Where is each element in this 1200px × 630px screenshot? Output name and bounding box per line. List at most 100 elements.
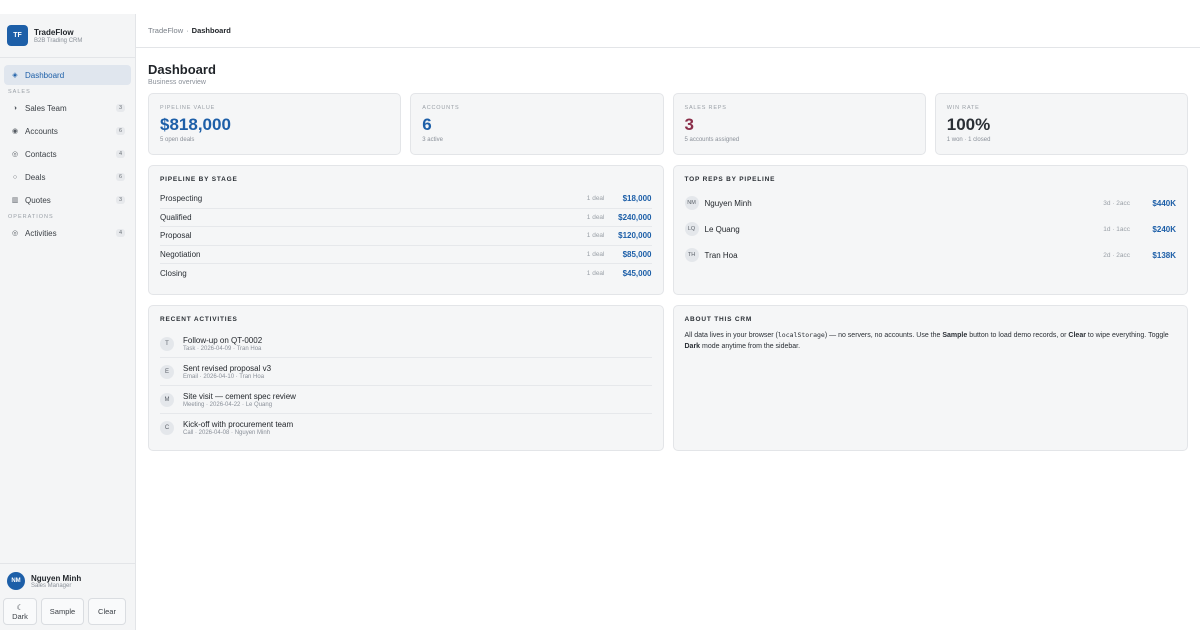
sidebar-nav: ◈ Dashboard SALES ◑ Sales Team 3 ◉ Accou…: [0, 58, 135, 563]
count-badge: 3: [115, 196, 125, 204]
sidebar-item-deals[interactable]: ○ Deals 6: [4, 167, 131, 187]
activity-title: Kick-off with procurement team: [183, 420, 294, 429]
activity-meta: Email · 2026-04-10 · Tran Hoa: [183, 373, 265, 380]
activity-meta: Call · 2026-04-08 · Nguyen Minh: [183, 430, 271, 436]
stage-row[interactable]: Closing 1 deal $45,000: [160, 264, 652, 283]
stat-sub: 1 won · 1 closed: [946, 137, 991, 143]
about-text-part: mode anytime from the sidebar.: [700, 342, 801, 350]
avatar: TH: [684, 248, 699, 262]
stage-row[interactable]: Proposal 1 deal $120,000: [160, 227, 652, 246]
page-subtitle: Business overview: [148, 79, 206, 86]
panel-title: ABOUT THIS CRM: [684, 316, 753, 323]
sidebar-item-activities[interactable]: ◎ Activities 4: [4, 223, 131, 243]
ring-icon: ◎: [11, 151, 19, 158]
stat-card-accounts: ACCOUNTS 6 3 active: [410, 93, 664, 155]
panel-title: TOP REPS BY PIPELINE: [684, 176, 776, 183]
about-text-part: All data lives in your browser (: [684, 332, 778, 339]
sidebar-item-label: Contacts: [25, 149, 57, 159]
rep-row[interactable]: TH Tran Hoa 2d · 2acc $138K: [684, 242, 1176, 268]
activities-panel: RECENT ACTIVITIES T Follow-up on QT-0002…: [148, 305, 664, 451]
breadcrumb: TradeFlow · Dashboard: [136, 14, 1200, 48]
top-reps-panel: TOP REPS BY PIPELINE NM Nguyen Minh 3d ·…: [672, 165, 1188, 295]
activity-item[interactable]: M Site visit — cement spec review Meetin…: [160, 386, 652, 414]
about-text-part: button to load demo records, or: [967, 332, 1069, 339]
user-role: Sales Manager: [31, 582, 72, 589]
rep-row[interactable]: NM Nguyen Minh 3d · 2acc $440K: [684, 190, 1176, 216]
stage-deals: 1 deal: [586, 195, 605, 203]
activity-item[interactable]: E Sent revised proposal v3 Email · 2026-…: [160, 358, 652, 386]
about-code: localStorage: [777, 331, 825, 339]
avatar: NM: [7, 572, 25, 590]
activity-type-icon: T: [160, 336, 174, 351]
stage-deals: 1 deal: [586, 213, 605, 221]
rep-meta: 1d · 1acc: [1103, 225, 1130, 233]
stage-name: Proposal: [160, 231, 192, 241]
target-icon: ◎: [11, 230, 19, 237]
count-badge: 6: [115, 127, 125, 135]
breadcrumb-separator: ·: [186, 26, 189, 35]
pipeline-panel: PIPELINE BY STAGE Prospecting 1 deal $18…: [148, 165, 664, 295]
about-text-part: ) — no servers, no accounts. Use the: [824, 332, 943, 339]
stage-name: Closing: [160, 268, 187, 278]
stage-row[interactable]: Prospecting 1 deal $18,000: [160, 190, 652, 209]
diamond-icon: ◈: [12, 72, 18, 79]
stage-row[interactable]: Negotiation 1 deal $85,000: [160, 246, 652, 264]
sidebar-item-label: Accounts: [25, 126, 58, 136]
about-bold-clear: Clear: [1068, 332, 1086, 339]
activity-item[interactable]: T Follow-up on QT-0002 Task · 2026-04-09…: [160, 330, 652, 358]
stat-label: SALES REPS: [684, 105, 727, 111]
sidebar-item-quotes[interactable]: ▥ Quotes 3: [4, 190, 131, 210]
rep-name: Tran Hoa: [704, 250, 738, 260]
sidebar-item-label: Deals: [25, 172, 46, 182]
user-name: Nguyen Minh: [31, 573, 82, 583]
rep-value: $440K: [1152, 198, 1176, 208]
stat-card-sales-reps: SALES REPS 3 5 accounts assigned: [672, 93, 926, 155]
breadcrumb-current: Dashboard: [191, 26, 231, 35]
section-label-sales: SALES: [8, 89, 31, 95]
sample-button[interactable]: Sample: [41, 598, 84, 625]
app-shell: TF TradeFlow B2B Trading CRM ◈ Dashboard…: [0, 0, 1200, 630]
breadcrumb-root[interactable]: TradeFlow: [148, 26, 183, 35]
dashboard-content: Dashboard Business overview PIPELINE VAL…: [136, 48, 1200, 461]
stat-label: WIN RATE: [946, 105, 980, 111]
brand-logo: TF: [7, 25, 28, 46]
circle-outline-icon: ○: [12, 173, 18, 181]
sidebar-item-label: Sales Team: [25, 103, 67, 113]
sidebar-item-label: Dashboard: [25, 70, 65, 80]
avatar: NM: [684, 196, 699, 210]
stage-name: Negotiation: [160, 249, 201, 259]
activity-type-icon: C: [160, 421, 174, 435]
stage-value: $120,000: [618, 231, 652, 241]
activity-title: Site visit — cement spec review: [183, 391, 296, 401]
activity-title: Sent revised proposal v3: [183, 363, 272, 373]
sidebar-item-sales-team[interactable]: ◑ Sales Team 3: [4, 98, 131, 118]
count-badge: 3: [115, 104, 125, 112]
activity-title: Follow-up on QT-0002: [183, 335, 263, 345]
half-circle-icon: ◑: [12, 104, 18, 112]
activity-meta: Meeting · 2026-04-22 · Le Quang: [183, 401, 273, 408]
stat-sub: 3 active: [422, 137, 443, 143]
clear-button[interactable]: Clear: [88, 598, 126, 625]
stage-deals: 1 deal: [586, 269, 605, 277]
activity-type-icon: E: [160, 364, 174, 379]
rep-meta: 3d · 2acc: [1103, 199, 1130, 207]
rep-row[interactable]: LQ Le Quang 1d · 1acc $240K: [684, 216, 1176, 242]
stat-label: ACCOUNTS: [422, 105, 460, 111]
count-badge: 4: [115, 150, 125, 158]
rep-name: Le Quang: [704, 224, 740, 234]
sidebar-item-dashboard[interactable]: ◈ Dashboard: [4, 65, 131, 85]
stage-deals: 1 deal: [586, 232, 605, 240]
activity-item[interactable]: C Kick-off with procurement team Call · …: [160, 414, 652, 442]
dark-mode-label: Dark: [12, 611, 28, 621]
sidebar-item-contacts[interactable]: ◎ Contacts 4: [4, 144, 131, 164]
sidebar: TF TradeFlow B2B Trading CRM ◈ Dashboard…: [0, 14, 136, 630]
stage-row[interactable]: Qualified 1 deal $240,000: [160, 209, 652, 227]
sidebar-item-label: Activities: [25, 228, 57, 238]
sidebar-item-accounts[interactable]: ◉ Accounts 6: [4, 121, 131, 141]
user-profile: NM Nguyen Minh Sales Manager: [0, 563, 135, 598]
panel-title: PIPELINE BY STAGE: [160, 176, 238, 183]
stage-deals: 1 deal: [586, 250, 605, 258]
sidebar-item-label: Quotes: [25, 195, 51, 205]
dark-mode-button[interactable]: ☾ Dark: [3, 598, 37, 625]
stat-sub: 5 accounts assigned: [684, 137, 740, 143]
